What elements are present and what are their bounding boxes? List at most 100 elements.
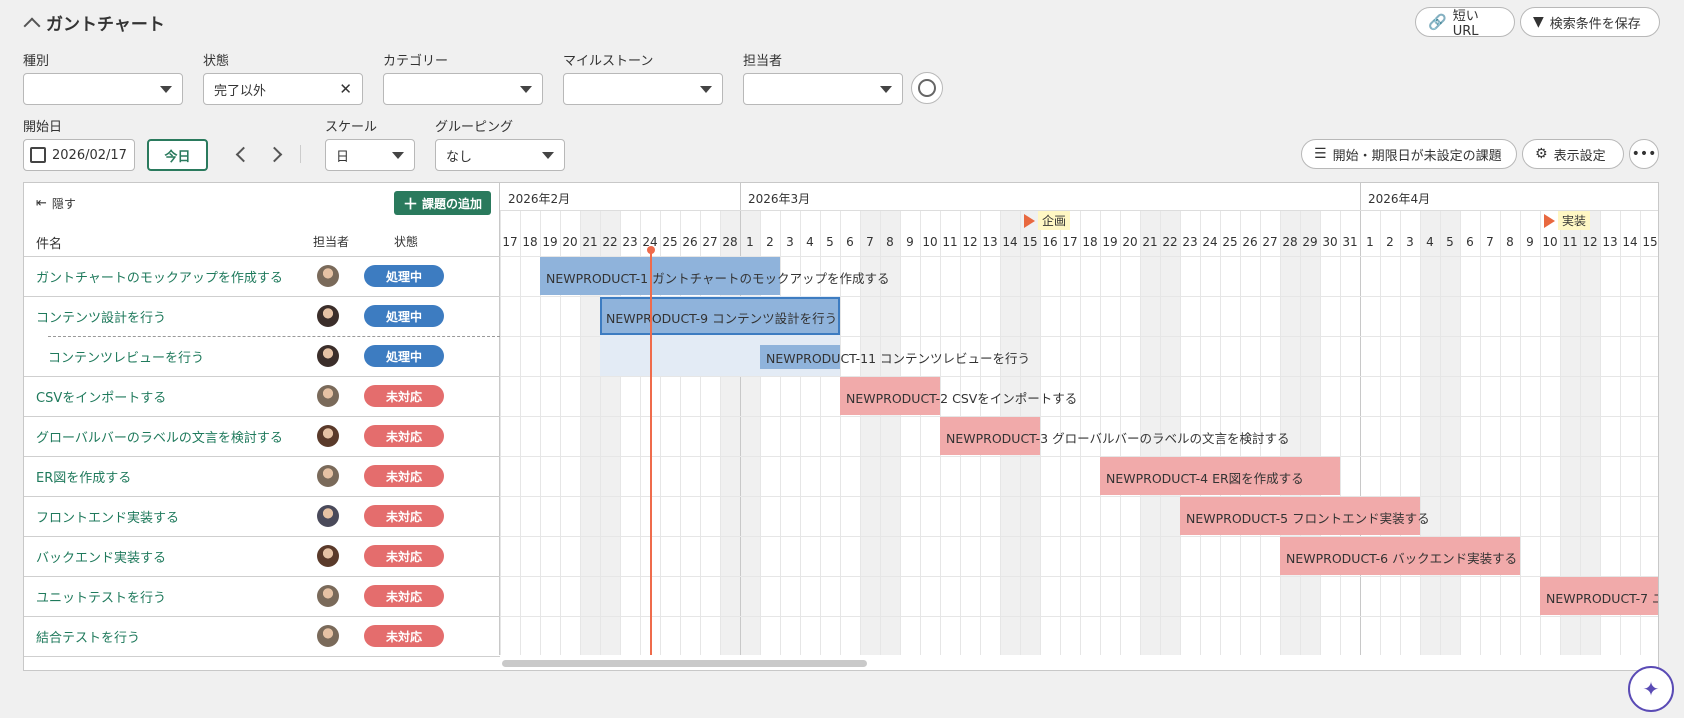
day-number: 25 xyxy=(662,235,678,249)
grouping-select[interactable]: なし xyxy=(435,139,565,171)
myself-avatar-button[interactable] xyxy=(911,72,943,104)
category-label: カテゴリー xyxy=(383,54,449,69)
day-number: 13 xyxy=(982,235,998,249)
task-name-link[interactable]: フロントエンド実装する xyxy=(36,507,179,526)
day-gridline xyxy=(900,210,901,655)
bar-label: NEWPRODUCT-3 グローバルバーのラベルの文言を検討する xyxy=(946,431,1290,446)
day-number: 9 xyxy=(906,235,914,249)
display-settings-button[interactable]: ⚙ 表示設定 xyxy=(1522,139,1624,169)
sliders-icon: ⚙ xyxy=(1535,146,1548,162)
weekend-shade xyxy=(1440,210,1460,655)
row-divider xyxy=(500,576,1658,577)
list-icon: ☰ xyxy=(1314,146,1327,162)
month-label: 2026年3月 xyxy=(748,192,811,206)
month-divider xyxy=(1360,183,1361,655)
month-label: 2026年2月 xyxy=(508,192,571,206)
bar-label: NEWPRODUCT-9 コンテンツ設計を行う xyxy=(606,311,838,326)
row-divider xyxy=(500,456,1658,457)
type-select[interactable] xyxy=(23,73,183,105)
status-badge: 未対応 xyxy=(364,385,444,407)
status-badge: 未対応 xyxy=(364,465,444,487)
day-gridline xyxy=(1520,210,1521,655)
task-name-link[interactable]: コンテンツ設計を行う xyxy=(36,307,166,326)
short-url-button[interactable]: 🔗 短いURL xyxy=(1415,7,1515,39)
category-select[interactable] xyxy=(383,73,543,105)
day-gridline xyxy=(1380,210,1381,655)
status-select[interactable]: 完了以外 ✕ xyxy=(203,73,363,105)
scale-select[interactable]: 日 xyxy=(325,139,415,171)
start-date-input[interactable]: 2026/02/17 xyxy=(23,139,135,171)
prev-button[interactable] xyxy=(233,146,253,164)
scale-label: スケール xyxy=(325,120,378,135)
day-number: 6 xyxy=(846,235,854,249)
task-name-link[interactable]: コンテンツレビューを行う xyxy=(48,347,204,366)
milestone-label: マイルストーン xyxy=(563,54,654,69)
milestone-flag[interactable]: 企画 xyxy=(1024,211,1071,230)
day-number: 10 xyxy=(1542,235,1558,249)
chevron-down-icon xyxy=(700,86,712,93)
task-name-link[interactable]: グローバルバーのラベルの文言を検討する xyxy=(36,427,283,446)
task-name-link[interactable]: 結合テストを行う xyxy=(36,627,140,646)
status-badge: 未対応 xyxy=(364,505,444,527)
chevron-right-icon xyxy=(266,146,283,163)
milestone-select[interactable] xyxy=(563,73,723,105)
day-gridline xyxy=(1300,210,1301,655)
task-name-link[interactable]: ER図を作成する xyxy=(36,467,131,486)
today-marker xyxy=(647,246,655,254)
bar-label: NEWPRODUCT-5 フロントエンド実装する xyxy=(1186,511,1430,526)
user-icon xyxy=(918,79,936,97)
assignee-select[interactable] xyxy=(743,73,903,105)
day-number: 4 xyxy=(806,235,814,249)
clear-icon[interactable]: ✕ xyxy=(339,80,352,98)
day-number: 20 xyxy=(562,235,578,249)
task-name-link[interactable]: バックエンド実装する xyxy=(36,547,166,566)
collapse-left-icon: ⇤ xyxy=(36,196,47,211)
hide-list-button[interactable]: ⇤ 隠す xyxy=(36,195,76,212)
day-number: 26 xyxy=(682,235,698,249)
row-divider xyxy=(24,536,500,537)
day-gridline xyxy=(1400,210,1401,655)
day-number: 1 xyxy=(1366,235,1374,249)
day-number: 3 xyxy=(1406,235,1414,249)
day-number: 21 xyxy=(582,235,598,249)
day-number: 23 xyxy=(1182,235,1198,249)
month-label: 2026年4月 xyxy=(1368,192,1431,206)
day-number: 8 xyxy=(886,235,894,249)
day-gridline xyxy=(1320,210,1321,655)
avatar xyxy=(317,545,339,567)
today-button[interactable]: 今日 xyxy=(147,139,208,171)
day-number: 22 xyxy=(602,235,618,249)
unscheduled-issues-button[interactable]: ☰ 開始・期限日が未設定の課題 xyxy=(1301,139,1517,169)
row-divider xyxy=(24,616,500,617)
add-issue-button[interactable]: ＋ 課題の追加 xyxy=(394,191,491,215)
task-name-link[interactable]: CSVをインポートする xyxy=(36,387,166,406)
day-gridline xyxy=(1480,210,1481,655)
status-badge: 未対応 xyxy=(364,425,444,447)
status-badge: 処理中 xyxy=(364,265,444,287)
day-number: 18 xyxy=(1082,235,1098,249)
row-divider xyxy=(24,456,500,457)
row-divider xyxy=(24,656,500,657)
task-name-link[interactable]: ユニットテストを行う xyxy=(36,587,166,606)
milestone-flag[interactable]: 実装 xyxy=(1544,211,1591,230)
bar-label: NEWPRODUCT-7 ユ xyxy=(1546,591,1658,606)
save-filter-button[interactable]: ▼ 検索条件を保存 xyxy=(1520,7,1660,37)
day-gridline xyxy=(500,210,501,655)
day-number: 18 xyxy=(522,235,538,249)
day-number: 27 xyxy=(1262,235,1278,249)
milestone-label: 実装 xyxy=(1558,211,1591,230)
day-number: 11 xyxy=(1562,235,1578,249)
task-name-link[interactable]: ガントチャートのモックアップを作成する xyxy=(36,267,283,286)
horizontal-scrollbar[interactable] xyxy=(502,660,867,667)
more-button[interactable]: ••• xyxy=(1629,139,1659,169)
day-number: 17 xyxy=(502,235,518,249)
next-button[interactable] xyxy=(266,146,287,164)
day-number: 22 xyxy=(1162,235,1178,249)
day-gridline xyxy=(1420,210,1421,655)
day-gridline xyxy=(1440,210,1441,655)
row-divider xyxy=(500,496,1658,497)
page-title-area[interactable]: ガントチャート xyxy=(23,10,165,35)
assistant-icon[interactable]: ✦ xyxy=(1628,666,1674,712)
assignee-label: 担当者 xyxy=(743,54,783,69)
day-gridline xyxy=(1500,210,1501,655)
